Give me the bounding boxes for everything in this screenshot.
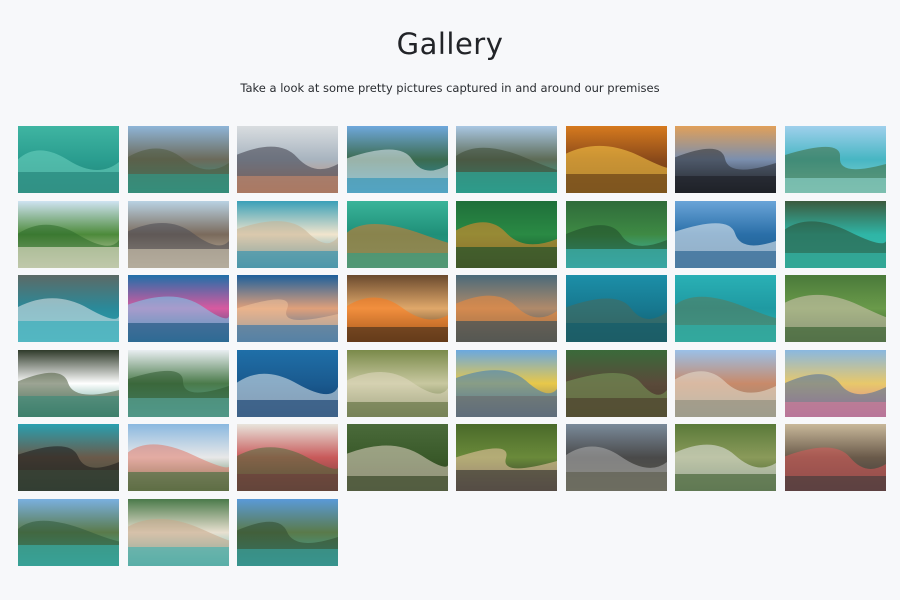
photo-zipline-rider[interactable] (346, 424, 448, 491)
photo-sea-turtle-diver[interactable] (565, 275, 667, 342)
photo-divers-pink[interactable] (127, 275, 229, 342)
photo-zipline-forest[interactable] (784, 275, 886, 342)
photo-city-rooftops[interactable] (675, 349, 776, 417)
photo-image (127, 275, 229, 342)
photo-coral-reef[interactable] (237, 275, 338, 342)
photo-limestone-cliffs-bay[interactable] (127, 126, 229, 193)
photo-clownfish-anemone[interactable] (346, 275, 448, 342)
photo-image (237, 126, 338, 193)
photo-clock-tower-street[interactable] (784, 349, 886, 417)
photo-grid (18, 126, 886, 566)
photo-image (565, 275, 667, 342)
photo-cliffs-beach[interactable] (237, 498, 338, 566)
photo-atv-riders[interactable] (784, 424, 886, 491)
photo-image (456, 424, 557, 491)
photo-islet-crystal-water[interactable] (784, 126, 886, 193)
photo-image (127, 349, 229, 417)
photo-image (237, 349, 338, 417)
photo-aerial-sandbar[interactable] (237, 200, 338, 268)
photo-kayak-cliffs[interactable] (18, 275, 119, 342)
photo-jungle-pool[interactable] (565, 200, 667, 268)
photo-image (675, 349, 776, 417)
photo-image (565, 349, 667, 417)
photo-image (565, 200, 667, 268)
photo-image (456, 275, 557, 342)
photo-image (18, 200, 119, 268)
photo-palm-sunset[interactable] (675, 126, 776, 193)
photo-boat-deck-group[interactable] (237, 126, 338, 193)
photo-underwater-selfie[interactable] (346, 200, 448, 268)
photo-james-bond-island[interactable] (127, 349, 229, 417)
photo-image (237, 424, 338, 491)
photo-image (565, 424, 667, 491)
photo-old-town-building[interactable] (456, 349, 557, 417)
photo-image (675, 126, 776, 193)
photo-image (127, 200, 229, 268)
photo-image (675, 275, 776, 342)
photo-canopy-walk[interactable] (675, 424, 776, 491)
photo-sunset-sea[interactable] (565, 126, 667, 193)
photo-catamaran-slide[interactable] (675, 200, 776, 268)
photo-elephant-woman[interactable] (18, 424, 119, 491)
photo-image (18, 126, 119, 193)
photo-image (127, 424, 229, 491)
photo-image (675, 424, 776, 491)
photo-sea-cave[interactable] (18, 349, 119, 417)
photo-scuba-diver-blue[interactable] (237, 349, 338, 417)
photo-image (237, 275, 338, 342)
photo-image (346, 349, 448, 417)
photo-speedboat-limestone[interactable] (346, 126, 448, 193)
photo-image (784, 200, 886, 268)
photo-cliffs-lagoon[interactable] (456, 126, 557, 193)
page-subtitle: Take a look at some pretty pictures capt… (240, 81, 660, 95)
photo-image (18, 275, 119, 342)
gallery-page: Gallery Take a look at some pretty pictu… (0, 0, 900, 600)
photo-image (784, 424, 886, 491)
photo-green-island-beach[interactable] (18, 200, 119, 268)
photo-image (784, 349, 886, 417)
photo-image (18, 498, 119, 566)
photo-colonial-house[interactable] (237, 424, 338, 491)
photo-rock-formation-shore[interactable] (127, 200, 229, 268)
photo-zipline-selfie[interactable] (456, 424, 557, 491)
photo-image (675, 200, 776, 268)
photo-image (784, 126, 886, 193)
photo-image (346, 424, 448, 491)
photo-atv-group[interactable] (565, 424, 667, 491)
photo-anemone-close[interactable] (346, 349, 448, 417)
photo-longtail-boat-woman[interactable] (127, 498, 229, 566)
photo-image (346, 126, 448, 193)
photo-elephant-jungle[interactable] (565, 349, 667, 417)
photo-image (18, 424, 119, 491)
photo-coral-clownfish[interactable] (456, 200, 557, 268)
photo-big-buddha[interactable] (127, 424, 229, 491)
photo-image (784, 275, 886, 342)
photo-image (456, 349, 557, 417)
photo-image (18, 349, 119, 417)
page-title: Gallery (396, 27, 504, 61)
photo-anemone-fish[interactable] (456, 275, 557, 342)
photo-sea-turtle[interactable] (675, 275, 776, 342)
photo-image (127, 498, 229, 566)
photo-image (127, 126, 229, 193)
photo-image (346, 200, 448, 268)
photo-image (237, 498, 338, 566)
photo-image (456, 126, 557, 193)
photo-snorkeler-turquoise-water[interactable] (18, 126, 119, 193)
photo-maya-bay[interactable] (18, 498, 119, 566)
photo-image (237, 200, 338, 268)
photo-swimmers-lagoon[interactable] (784, 200, 886, 268)
photo-image (456, 200, 557, 268)
photo-image (346, 275, 448, 342)
photo-image (565, 126, 667, 193)
